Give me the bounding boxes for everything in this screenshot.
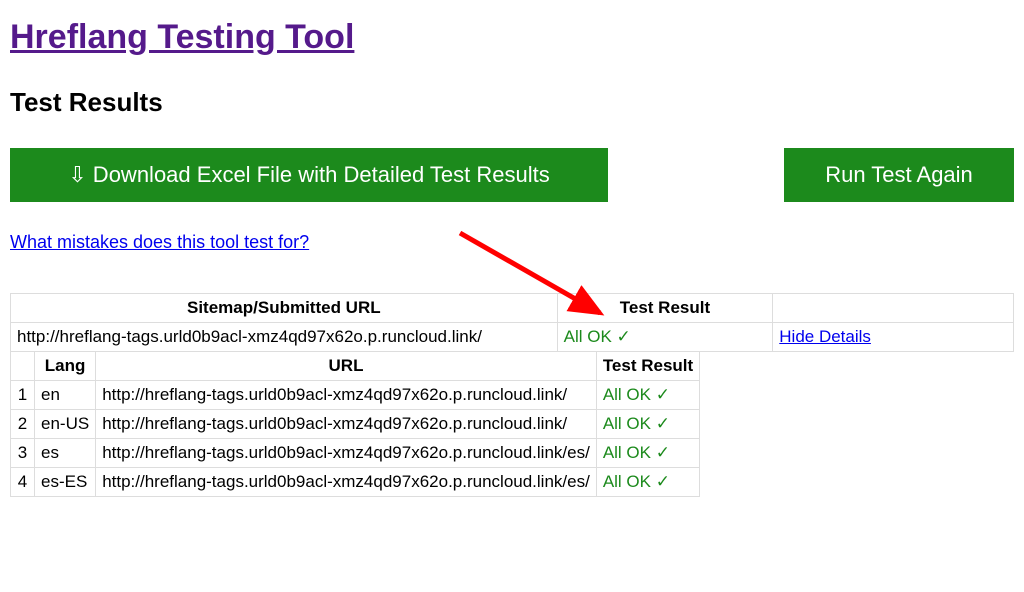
inner-row-result: All OK ✓ <box>596 468 699 497</box>
inner-row-idx: 1 <box>11 381 35 410</box>
section-title: Test Results <box>10 87 1014 118</box>
inner-row-lang: en <box>35 381 96 410</box>
inner-table-row: 4es-EShttp://hreflang-tags.urld0b9acl-xm… <box>11 468 700 497</box>
page-title-link[interactable]: Hreflang Testing Tool <box>10 18 354 56</box>
inner-row-url: http://hreflang-tags.urld0b9acl-xmz4qd97… <box>96 410 597 439</box>
inner-row-result: All OK ✓ <box>596 381 699 410</box>
check-icon: ✓ <box>656 443 670 462</box>
inner-row-url: http://hreflang-tags.urld0b9acl-xmz4qd97… <box>96 381 597 410</box>
check-icon: ✓ <box>656 385 670 404</box>
outer-header-actions <box>773 294 1014 323</box>
outer-header-result: Test Result <box>557 294 773 323</box>
help-link[interactable]: What mistakes does this tool test for? <box>10 232 309 252</box>
outer-table-row: http://hreflang-tags.urld0b9acl-xmz4qd97… <box>11 323 1014 352</box>
inner-row-idx: 4 <box>11 468 35 497</box>
outer-row-url: http://hreflang-tags.urld0b9acl-xmz4qd97… <box>11 323 558 352</box>
inner-row-lang: es <box>35 439 96 468</box>
hide-details-link[interactable]: Hide Details <box>779 327 871 346</box>
inner-row-url: http://hreflang-tags.urld0b9acl-xmz4qd97… <box>96 439 597 468</box>
inner-table-row: 3eshttp://hreflang-tags.urld0b9acl-xmz4q… <box>11 439 700 468</box>
inner-row-idx: 2 <box>11 410 35 439</box>
inner-details-table: Lang URL Test Result 1enhttp://hreflang-… <box>10 351 700 497</box>
check-icon: ✓ <box>617 327 631 346</box>
inner-row-result: All OK ✓ <box>596 439 699 468</box>
inner-row-result: All OK ✓ <box>596 410 699 439</box>
outer-row-actions: Hide Details <box>773 323 1014 352</box>
inner-row-url: http://hreflang-tags.urld0b9acl-xmz4qd97… <box>96 468 597 497</box>
inner-row-lang: en-US <box>35 410 96 439</box>
outer-row-result: All OK ✓ <box>557 323 773 352</box>
inner-row-lang: es-ES <box>35 468 96 497</box>
inner-table-row: 1enhttp://hreflang-tags.urld0b9acl-xmz4q… <box>11 381 700 410</box>
check-icon: ✓ <box>656 414 670 433</box>
inner-header-result: Test Result <box>596 352 699 381</box>
inner-row-idx: 3 <box>11 439 35 468</box>
outer-results-table: Sitemap/Submitted URL Test Result http:/… <box>10 293 1014 352</box>
run-test-again-button[interactable]: Run Test Again <box>784 148 1014 202</box>
inner-table-row: 2en-UShttp://hreflang-tags.urld0b9acl-xm… <box>11 410 700 439</box>
inner-header-idx <box>11 352 35 381</box>
inner-header-url: URL <box>96 352 597 381</box>
outer-header-url: Sitemap/Submitted URL <box>11 294 558 323</box>
download-excel-button[interactable]: ⇩ Download Excel File with Detailed Test… <box>10 148 608 202</box>
check-icon: ✓ <box>656 472 670 491</box>
inner-header-lang: Lang <box>35 352 96 381</box>
